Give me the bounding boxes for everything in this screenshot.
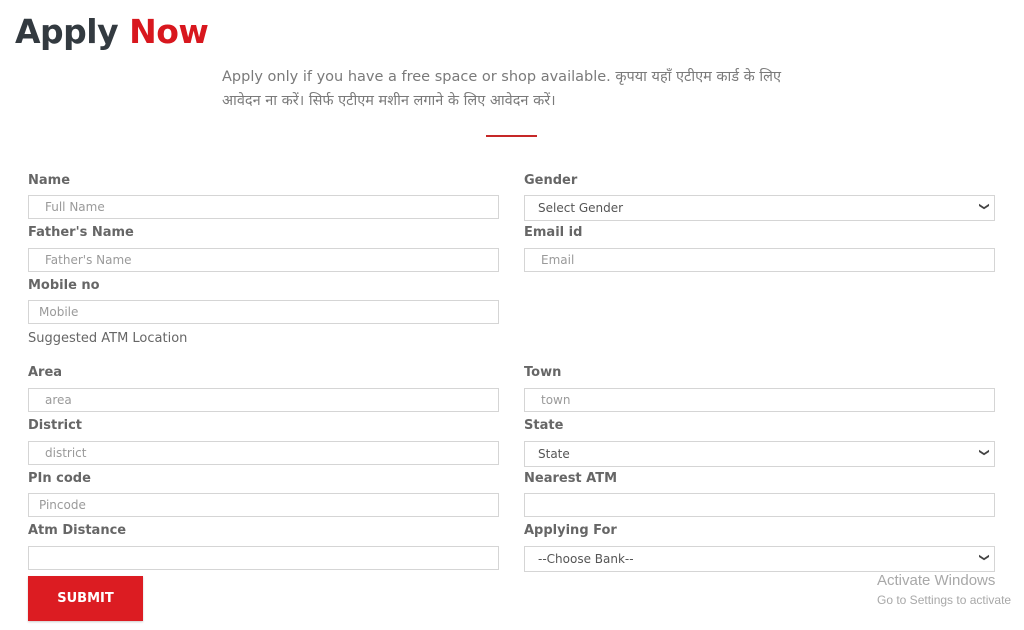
town-label: Town [524, 365, 562, 380]
bank-selected: --Choose Bank-- [538, 552, 634, 566]
pincode-input[interactable] [28, 493, 499, 517]
district-label: District [28, 418, 82, 433]
name-label: Name [28, 173, 71, 188]
activate-windows-title: Activate Windows [877, 572, 996, 589]
area-label: Area [28, 365, 63, 380]
gender-selected: Select Gender [538, 201, 624, 215]
title-part1: Apply [15, 12, 119, 51]
submit-button[interactable]: SUBMIT [28, 576, 143, 621]
title-part2: Now [129, 12, 209, 51]
mobile-input[interactable] [28, 300, 499, 324]
atm-distance-input[interactable] [28, 546, 499, 570]
mobile-label: Mobile no [28, 278, 100, 293]
atm-distance-label: Atm Distance [28, 523, 127, 538]
state-label: State [524, 418, 564, 433]
applying-for-label: Applying For [524, 523, 617, 538]
district-input[interactable] [28, 441, 499, 465]
suggested-location-heading: Suggested ATM Location [28, 331, 188, 346]
father-name-input[interactable] [28, 248, 499, 272]
chevron-down-icon: ❯ [978, 553, 990, 562]
pincode-label: PIn code [28, 471, 91, 486]
state-selected: State [538, 447, 570, 461]
nearest-atm-label: Nearest ATM [524, 471, 618, 486]
activate-windows-subtitle: Go to Settings to activate [877, 593, 1012, 607]
gender-label: Gender [524, 173, 578, 188]
chevron-down-icon: ❯ [978, 202, 990, 211]
gender-select[interactable]: Select Gender ❯ [524, 195, 995, 221]
state-select[interactable]: State ❯ [524, 441, 995, 467]
bank-select[interactable]: --Choose Bank-- ❯ [524, 546, 995, 572]
nearest-atm-input[interactable] [524, 493, 995, 517]
chevron-down-icon: ❯ [978, 448, 990, 457]
email-label: Email id [524, 225, 583, 240]
father-name-label: Father's Name [28, 225, 134, 240]
title-divider [486, 135, 537, 137]
name-input[interactable] [28, 195, 499, 219]
town-input[interactable] [524, 388, 995, 412]
email-input[interactable] [524, 248, 995, 272]
area-input[interactable] [28, 388, 499, 412]
intro-text: Apply only if you have a free space or s… [222, 69, 781, 109]
page-title: Apply Now [15, 12, 209, 51]
